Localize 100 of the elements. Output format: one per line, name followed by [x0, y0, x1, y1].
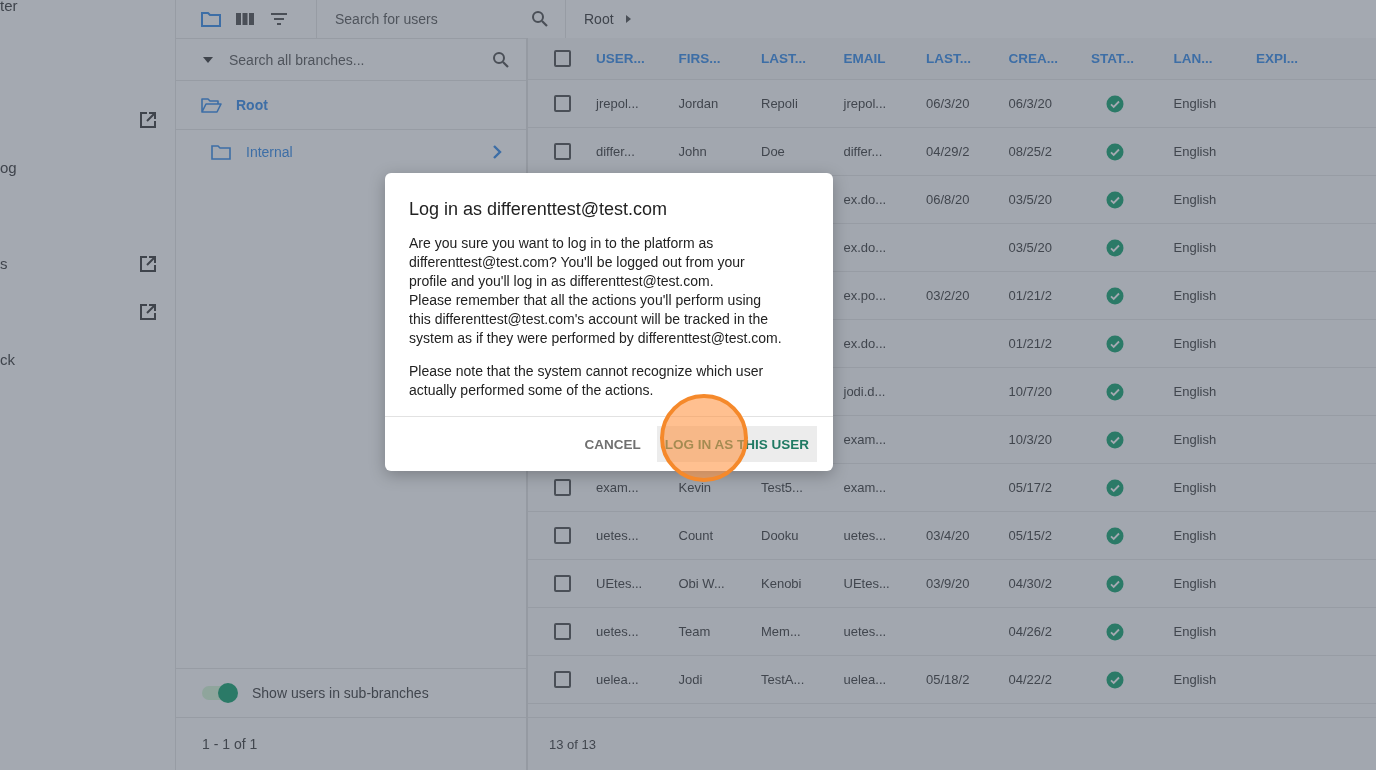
table-cell: ex.do... [843, 240, 887, 255]
column-header[interactable]: LAN... [1173, 51, 1213, 66]
table-cell: UEtes... [843, 576, 890, 591]
table-cell: ex.po... [843, 288, 887, 303]
table-cell: uetes... [843, 528, 887, 543]
table-cell: exam... [843, 480, 887, 495]
table-cell: 05/17/2 [1008, 480, 1052, 495]
branch-item[interactable]: Internal [246, 143, 293, 160]
toggle-switch[interactable] [202, 686, 236, 700]
table-cell: jodi.d... [843, 384, 886, 399]
table-cell: TestA... [761, 672, 805, 687]
table-cell: differ... [843, 144, 883, 159]
filter-icon[interactable] [268, 10, 290, 28]
column-header[interactable]: USER... [596, 51, 645, 66]
table-cell: uetes... [843, 624, 887, 639]
dialog-text: Are you sure you want to log in to the platform as differenttest@test.com? You'll be logged out from your profile and you'll log in as differenttest@test.com. [409, 234, 746, 291]
table-cell: 04/22/2 [1008, 672, 1052, 687]
breadcrumb-item[interactable]: Root [584, 11, 614, 27]
table-cell: Obi W... [678, 576, 725, 591]
table-cell: English [1173, 528, 1217, 543]
table-cell: English [1173, 576, 1217, 591]
checkbox[interactable] [553, 575, 571, 592]
pagination-text: 1 - 1 of 1 [202, 736, 258, 752]
external-link-icon[interactable] [139, 255, 157, 273]
columns-icon[interactable] [234, 10, 256, 28]
table-cell: 01/21/2 [1008, 336, 1052, 351]
table-cell: uetes... [596, 624, 639, 639]
external-link-icon[interactable] [139, 111, 157, 129]
table-cell: English [1173, 192, 1217, 207]
nav-item[interactable]: ter [0, 0, 18, 14]
checkbox[interactable] [553, 671, 571, 688]
table-cell: Kevin [678, 480, 712, 495]
checkbox[interactable] [553, 95, 571, 112]
table-cell: 04/29/2 [926, 144, 970, 159]
table-cell: exam... [843, 432, 887, 447]
branch-search-field[interactable]: Search all branches... [227, 50, 478, 69]
table-cell: English [1173, 624, 1217, 639]
dialog-text: Please remember that all the actions you'll perform using this differenttest@test.com's account will be tracked in the system as if they were performed by differenttest@test.com. [409, 291, 783, 348]
table-cell: 06/3/20 [926, 96, 970, 111]
table-cell: uetes... [596, 528, 639, 543]
table-cell: 01/21/2 [1008, 288, 1052, 303]
column-header[interactable]: CREA... [1008, 51, 1058, 66]
table-cell: Test5... [761, 480, 803, 495]
table-cell: English [1173, 96, 1217, 111]
table-cell: 10/7/20 [1008, 384, 1052, 399]
chevron-right-icon[interactable] [492, 143, 502, 160]
table-cell: 04/26/2 [1008, 624, 1052, 639]
table-cell: Dooku [761, 528, 799, 543]
column-header[interactable]: FIRS... [678, 51, 721, 66]
nav-item[interactable]: s [0, 256, 8, 272]
checkbox[interactable] [553, 143, 571, 160]
table-cell: Jordan [678, 96, 719, 111]
table-cell: ex.do... [843, 192, 887, 207]
table-cell: ex.do... [843, 336, 887, 351]
column-header[interactable]: LAST... [926, 51, 971, 66]
checkbox[interactable] [553, 527, 571, 544]
table-cell: UEtes... [596, 576, 643, 591]
checkbox[interactable] [553, 50, 571, 67]
table-cell: jrepol... [596, 96, 639, 111]
table-cell: 03/4/20 [926, 528, 970, 543]
user-search-field[interactable]: Search for users [333, 10, 531, 28]
table-cell: exam... [596, 480, 639, 495]
cancel-button[interactable]: CANCEL [576, 426, 649, 462]
table-cell: 06/8/20 [926, 192, 970, 207]
table-cell: Kenobi [761, 576, 802, 591]
table-cell: Team [678, 624, 711, 639]
column-header[interactable]: STAT... [1091, 51, 1134, 66]
search-icon[interactable] [492, 50, 510, 69]
table-cell: Doe [761, 144, 785, 159]
branch-item[interactable]: Root [236, 97, 268, 113]
table-cell: Mem... [761, 624, 801, 639]
table-cell: English [1173, 384, 1217, 399]
table-cell: English [1173, 672, 1217, 687]
table-cell: differ... [596, 144, 635, 159]
search-icon[interactable] [531, 10, 549, 28]
nav-item[interactable]: ck [0, 352, 15, 368]
table-cell: 10/3/20 [1008, 432, 1052, 447]
dropdown-caret-icon[interactable] [203, 56, 213, 63]
table-cell: Count [678, 528, 714, 543]
external-link-icon[interactable] [139, 303, 157, 321]
table-cell: English [1173, 288, 1217, 303]
folder-icon[interactable] [200, 10, 222, 28]
checkbox[interactable] [553, 623, 571, 640]
table-cell: 05/18/2 [926, 672, 970, 687]
row-count-text: 13 of 13 [549, 736, 596, 752]
table-cell: English [1173, 432, 1217, 447]
checkbox[interactable] [553, 479, 571, 496]
column-header[interactable]: EXPI... [1256, 51, 1299, 66]
table-cell: Repoli [761, 96, 798, 111]
table-cell: English [1173, 240, 1217, 255]
nav-item[interactable]: og [0, 160, 17, 176]
table-cell: English [1173, 480, 1217, 495]
table-cell: uelea... [843, 672, 887, 687]
table-cell: 06/3/20 [1008, 96, 1052, 111]
caret-icon [623, 14, 632, 24]
table-cell: 05/15/2 [1008, 528, 1052, 543]
table-cell: 03/2/20 [926, 288, 970, 303]
column-header[interactable]: LAST... [761, 51, 806, 66]
table-cell: 04/30/2 [1008, 576, 1052, 591]
column-header[interactable]: EMAIL [843, 51, 886, 66]
